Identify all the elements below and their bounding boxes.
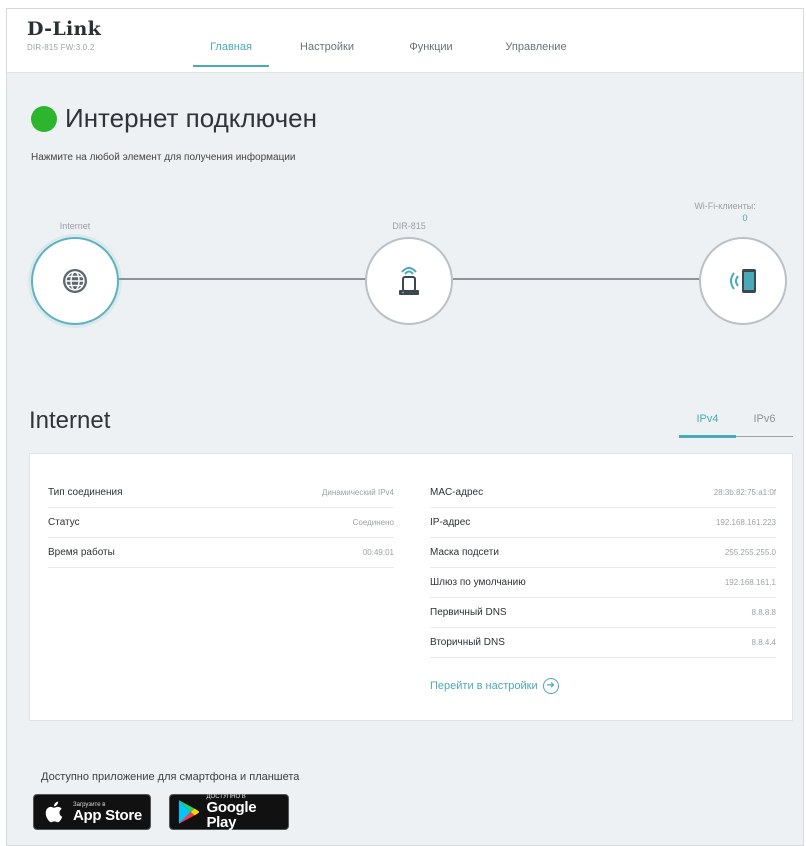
nav-functions[interactable]: Функции — [385, 9, 477, 73]
info-value: Соединено — [352, 518, 394, 527]
info-key: Тип соединения — [48, 487, 123, 498]
connection-status: Интернет подключен — [31, 103, 317, 134]
nav-settings[interactable]: Настройки — [269, 9, 385, 73]
internet-section-title: Internet — [29, 407, 111, 434]
wifi-device-icon — [730, 269, 756, 293]
info-row: IP-адрес 192.168.161.223 — [430, 508, 776, 538]
go-to-settings-link[interactable]: Перейти в настройки ➜ — [430, 678, 559, 694]
tab-ipv4[interactable]: IPv4 — [679, 407, 736, 438]
info-key: Вторичный DNS — [430, 637, 505, 648]
nav-home[interactable]: Главная — [193, 9, 269, 73]
info-key: Первичный DNS — [430, 607, 507, 618]
info-value: 28:3b:82:75:a1:0f — [713, 488, 776, 497]
wifi-clients-label: Wi-Fi-клиенты: — [694, 201, 756, 211]
info-key: Статус — [48, 517, 80, 528]
info-row: Статус Соединено — [48, 508, 394, 538]
info-row: Время работы 00:49:01 — [48, 538, 394, 568]
google-play-badge[interactable]: ДОСТУПНО В Google Play — [169, 794, 289, 830]
info-value: 192.168.161.1 — [724, 578, 776, 587]
nav-management[interactable]: Управление — [477, 9, 595, 73]
info-value: 192.168.161.223 — [715, 518, 776, 527]
apple-icon — [45, 801, 63, 823]
info-key: MAC-адрес — [430, 487, 484, 498]
info-value: 00:49:01 — [362, 548, 394, 557]
globe-icon — [63, 269, 87, 293]
main-nav: Главная Настройки Функции Управление — [193, 9, 595, 73]
tab-ipv6[interactable]: IPv6 — [736, 407, 793, 436]
internet-info-card: Тип соединения Динамический IPv4 Статус … — [29, 453, 793, 721]
dlink-logo[interactable]: D-Link DIR-815 FW:3.0.2 — [27, 18, 101, 52]
wifi-clients-node[interactable] — [699, 237, 787, 325]
info-key: Маска подсети — [430, 547, 499, 558]
info-key: Время работы — [48, 547, 115, 558]
link-line-internet-router — [119, 278, 367, 280]
info-value: Динамический IPv4 — [321, 488, 394, 497]
arrow-right-icon: ➜ — [542, 678, 559, 694]
gplay-big-text: Google Play — [206, 799, 257, 831]
info-row: Первичный DNS 8.8.8.8 — [430, 598, 776, 628]
status-hint: Нажмите на любой элемент для получения и… — [31, 152, 296, 163]
router-node-label: DIR-815 — [392, 221, 426, 231]
info-value: 8.8.8.8 — [751, 608, 776, 617]
info-row: MAC-адрес 28:3b:82:75:a1:0f — [430, 478, 776, 508]
settings-link-label: Перейти в настройки — [430, 680, 538, 692]
wifi-clients-count: 0 — [742, 213, 748, 223]
router-icon — [399, 267, 419, 295]
info-row: Тип соединения Динамический IPv4 — [48, 478, 394, 508]
info-row: Вторичный DNS 8.8.4.4 — [430, 628, 776, 658]
router-node[interactable] — [365, 237, 453, 325]
top-header: D-Link DIR-815 FW:3.0.2 Главная Настройк… — [7, 9, 803, 73]
brand-name: D-Link — [27, 18, 102, 40]
internet-node[interactable] — [31, 237, 119, 325]
info-key: Шлюз по умолчанию — [430, 577, 526, 588]
ip-version-tabs: IPv4 IPv6 — [679, 407, 793, 438]
app-availability-text: Доступно приложение для смартфона и план… — [41, 771, 300, 783]
status-indicator-icon — [31, 105, 57, 132]
link-line-router-clients — [453, 278, 703, 280]
info-row: Маска подсети 255.255.255.0 — [430, 538, 776, 568]
info-key: IP-адрес — [430, 517, 471, 528]
internet-node-label: Internet — [59, 221, 91, 231]
status-title: Интернет подключен — [65, 103, 317, 133]
appstore-big-text: App Store — [73, 806, 142, 824]
router-web-ui: D-Link DIR-815 FW:3.0.2 Главная Настройк… — [6, 8, 804, 846]
google-play-icon — [178, 800, 200, 824]
info-row: Шлюз по умолчанию 192.168.161.1 — [430, 568, 776, 598]
info-value: 8.8.4.4 — [751, 638, 776, 647]
info-value: 255.255.255.0 — [724, 548, 776, 557]
app-store-badge[interactable]: Загрузите в App Store — [33, 794, 151, 830]
model-firmware: DIR-815 FW:3.0.2 — [27, 43, 95, 52]
network-topology: Internet DIR-815 Wi-Fi-клиенты: 0 — [7, 199, 803, 349]
